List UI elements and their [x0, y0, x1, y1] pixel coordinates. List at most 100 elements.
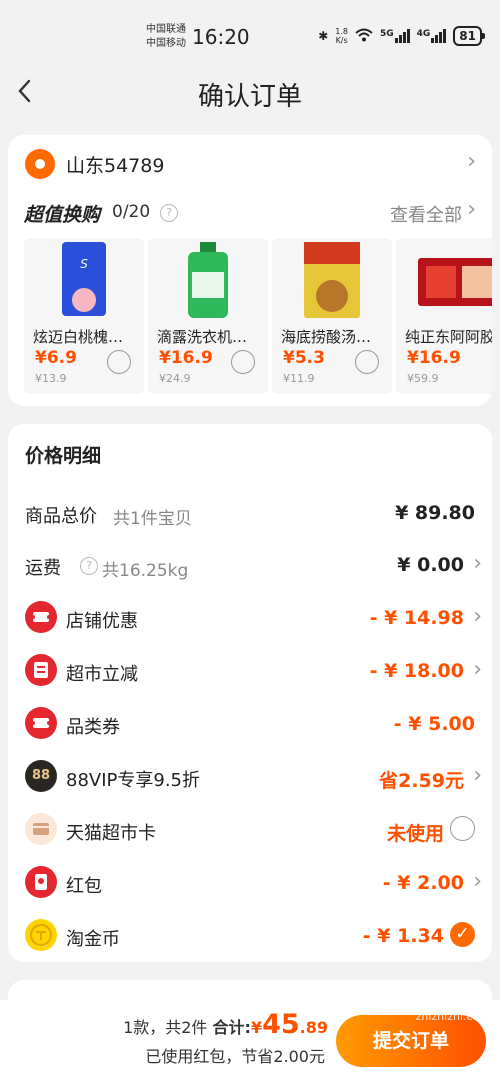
- address-text: 山东54789: [66, 155, 165, 177]
- network-speed-value: 1.8: [335, 27, 348, 36]
- clock: 16:20: [192, 25, 250, 49]
- product-price: ¥16.9: [407, 348, 461, 368]
- market-card-row[interactable]: 天猫超市卡 未使用: [8, 811, 492, 851]
- product-original-price: ¥24.9: [159, 372, 191, 385]
- goods-total-label: 商品总价: [25, 506, 97, 527]
- exchange-product[interactable]: 纯正东阿阿胶 ¥16.9 ¥59.9: [396, 238, 492, 394]
- coupon-icon: [25, 707, 57, 739]
- product-name: 炫迈白桃槐…: [33, 328, 124, 346]
- system-icons: ✱ 1.8 K/s 5G 4G 81: [318, 26, 485, 46]
- svg-text:S: S: [80, 257, 88, 271]
- shop-discount-row[interactable]: 店铺优惠 - ¥ 14.98 ›: [8, 599, 492, 639]
- product-select-radio[interactable]: [107, 350, 131, 374]
- gold-coin-icon: [25, 919, 57, 951]
- product-original-price: ¥59.9: [407, 372, 439, 385]
- product-select-radio[interactable]: [231, 350, 255, 374]
- vip-label: 88VIP专享9.5折: [66, 770, 201, 791]
- category-coupon-value: - ¥ 5.00: [393, 713, 475, 735]
- shipping-label: 运费: [25, 558, 61, 579]
- coupon-icon: [25, 601, 57, 633]
- gold-coin-label: 淘金币: [66, 929, 120, 950]
- exchange-product[interactable]: S 炫迈白桃槐… ¥6.9 ¥13.9: [24, 238, 144, 394]
- location-pin-icon: [25, 149, 55, 179]
- exchange-count: 0/20: [112, 202, 151, 222]
- exchange-product[interactable]: 海底捞酸汤… ¥5.3 ¥11.9: [272, 238, 392, 394]
- chevron-right-icon: ›: [473, 869, 482, 894]
- total-label: 合计:: [212, 1018, 251, 1037]
- market-cut-row[interactable]: 超市立减 - ¥ 18.00 ›: [8, 652, 492, 692]
- market-card-radio[interactable]: [450, 816, 475, 841]
- red-packet-row[interactable]: 红包 - ¥ 2.00 ›: [8, 864, 492, 904]
- market-card-label: 天猫超市卡: [66, 823, 156, 844]
- shop-discount-label: 店铺优惠: [66, 611, 138, 632]
- checkmark-icon[interactable]: ✓: [450, 922, 475, 947]
- vip-row[interactable]: 88 88VIP专享9.5折 省2.59元 ›: [8, 758, 492, 798]
- discount-tag-icon: [25, 654, 57, 686]
- total-currency: ¥: [250, 1018, 263, 1037]
- goods-count: 共1件宝贝: [113, 509, 192, 529]
- bluetooth-icon: ✱: [318, 29, 329, 43]
- carrier-1: 中国联通: [146, 24, 186, 35]
- market-cut-value: - ¥ 18.00: [369, 660, 464, 682]
- order-summary: 1款，共2件 合计:¥45.89: [123, 1009, 328, 1040]
- price-detail-title: 价格明细: [25, 445, 102, 467]
- chevron-right-icon: ›: [473, 604, 482, 629]
- help-icon[interactable]: ?: [80, 557, 98, 575]
- exchange-section: 超值换购 0/20 ? 查看全部 › S 炫迈白桃槐… ¥6.9 ¥13.9 滴…: [8, 190, 492, 406]
- signal-4g-icon: 4G: [417, 29, 447, 43]
- goods-total-row: 商品总价 共1件宝贝 ¥ 89.80: [8, 494, 492, 534]
- market-cut-label: 超市立减: [66, 664, 138, 685]
- category-coupon-row: 品类券 - ¥ 5.00: [8, 705, 492, 745]
- network-speed-unit: K/s: [335, 36, 348, 45]
- battery-indicator: 81: [453, 26, 485, 46]
- product-name: 海底捞酸汤…: [281, 328, 372, 346]
- product-image: S: [62, 242, 106, 316]
- shipping-value: ¥ 0.00: [397, 554, 464, 576]
- nav-bar: 确认订单: [0, 60, 500, 124]
- product-image: [188, 242, 228, 318]
- chevron-right-icon: ›: [473, 551, 482, 576]
- address-row[interactable]: 山东54789 ›: [8, 135, 492, 193]
- chevron-right-icon: ›: [467, 197, 476, 222]
- exchange-product-list: S 炫迈白桃槐… ¥6.9 ¥13.9 滴露洗衣机… ¥16.9 ¥24.9 海…: [24, 238, 492, 396]
- red-packet-value: - ¥ 2.00: [382, 872, 464, 894]
- chevron-right-icon: ›: [467, 149, 476, 174]
- product-select-radio[interactable]: [355, 350, 379, 374]
- savings-text: 已使用红包，节省2.00元: [145, 1047, 325, 1066]
- watermark: zhizhizhi.com: [415, 1010, 490, 1023]
- product-price: ¥6.9: [35, 348, 77, 368]
- network-speed: 1.8 K/s: [335, 27, 348, 45]
- total-decimal: .89: [299, 1018, 328, 1037]
- see-all-link[interactable]: 查看全部: [390, 201, 462, 227]
- product-price: ¥5.3: [283, 348, 325, 368]
- red-packet-label: 红包: [66, 876, 102, 897]
- gold-coin-value: - ¥ 1.34: [362, 925, 444, 947]
- product-name: 纯正东阿阿胶: [405, 328, 492, 346]
- price-detail-section: 价格明细 商品总价 共1件宝贝 ¥ 89.80 运费 ? 共16.25kg ¥ …: [8, 424, 492, 962]
- product-original-price: ¥11.9: [283, 372, 315, 385]
- chevron-right-icon: ›: [473, 657, 482, 682]
- product-image: [304, 242, 360, 318]
- exchange-product[interactable]: 滴露洗衣机… ¥16.9 ¥24.9: [148, 238, 268, 394]
- market-card-value: 未使用: [386, 823, 444, 845]
- red-packet-icon: [25, 866, 57, 898]
- help-icon[interactable]: ?: [160, 204, 178, 222]
- vip-badge-icon: 88: [25, 760, 57, 792]
- vip-value: 省2.59元: [379, 770, 464, 792]
- wifi-icon: [355, 28, 373, 45]
- product-image: [418, 258, 492, 306]
- product-original-price: ¥13.9: [35, 372, 67, 385]
- chevron-right-icon: ›: [473, 763, 482, 788]
- gold-coin-row[interactable]: 淘金币 - ¥ 1.34 ✓: [8, 917, 492, 957]
- shipping-row[interactable]: 运费 ? 共16.25kg ¥ 0.00 ›: [8, 546, 492, 586]
- total-integer: 45: [262, 1009, 300, 1040]
- network-type-2: 4G: [416, 29, 431, 39]
- product-price: ¥16.9: [159, 348, 213, 368]
- category-coupon-label: 品类券: [66, 717, 120, 738]
- product-name: 滴露洗衣机…: [157, 328, 248, 346]
- shipping-weight: 共16.25kg: [102, 561, 189, 581]
- page-title: 确认订单: [197, 82, 302, 112]
- network-type-1: 5G: [379, 29, 394, 39]
- carrier-2: 中国移动: [146, 38, 186, 49]
- signal-5g-icon: 5G: [380, 29, 410, 43]
